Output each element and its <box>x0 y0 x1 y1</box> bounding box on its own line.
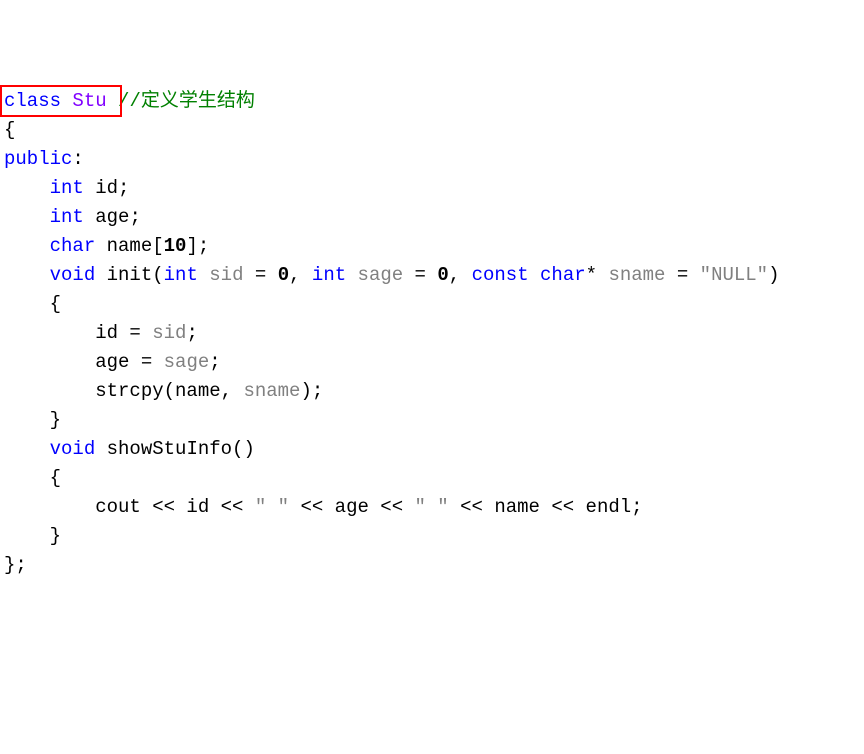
code-line: } <box>4 525 61 547</box>
code-line: public: <box>4 148 84 170</box>
code-line: }; <box>4 554 27 576</box>
code-line: age = sage; <box>4 351 221 373</box>
code-line: { <box>4 119 15 141</box>
code-line: strcpy(name, sname); <box>4 380 323 402</box>
code-line: cout << id << ″ ″ << age << ″ ″ << name … <box>4 496 643 518</box>
code-line: char name[10]; <box>4 235 209 257</box>
code-line: } <box>4 409 61 431</box>
code-line: void init(int sid = 0, int sage = 0, con… <box>4 264 780 286</box>
code-line: id = sid; <box>4 322 198 344</box>
code-line: { <box>4 293 61 315</box>
code-line: int id; <box>4 177 129 199</box>
code-line: class Stu //定义学生结构 <box>4 90 255 112</box>
code-line: { <box>4 467 61 489</box>
code-line: int age; <box>4 206 141 228</box>
code-block: class Stu //定义学生结构 { public: int id; int… <box>0 29 864 580</box>
code-line: void showStuInfo() <box>4 438 255 460</box>
